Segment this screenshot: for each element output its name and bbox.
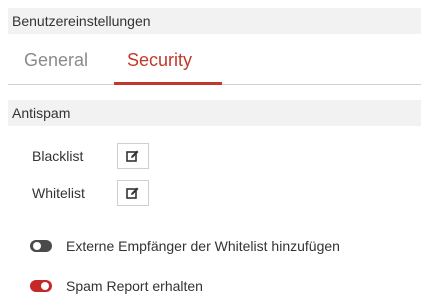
edit-blacklist-button[interactable] — [117, 143, 149, 169]
external-recipients-label: Externe Empfänger der Whitelist hinzufüg… — [66, 238, 340, 254]
tab-general[interactable]: General — [24, 48, 88, 72]
external-recipients-toggle[interactable] — [30, 240, 52, 252]
edit-whitelist-button[interactable] — [117, 180, 149, 206]
window-title-bar: Benutzereinstellungen — [8, 8, 421, 34]
section-header-antispam: Antispam — [8, 100, 421, 126]
window-title: Benutzereinstellungen — [12, 13, 151, 29]
section-title: Antispam — [12, 105, 71, 121]
whitelist-label: Whitelist — [32, 185, 85, 201]
spam-report-label: Spam Report erhalten — [66, 278, 203, 294]
spam-report-toggle-row: Spam Report erhalten — [30, 276, 203, 296]
toggle-knob — [33, 242, 41, 250]
external-recipients-toggle-row: Externe Empfänger der Whitelist hinzufüg… — [30, 236, 340, 256]
toggle-knob — [41, 282, 49, 290]
whitelist-row: Whitelist — [32, 180, 149, 206]
tab-bar: General Security — [8, 42, 421, 85]
tab-security[interactable]: Security — [127, 48, 192, 72]
blacklist-row: Blacklist — [32, 143, 149, 169]
blacklist-label: Blacklist — [32, 148, 84, 164]
edit-icon — [126, 150, 139, 162]
spam-report-toggle[interactable] — [30, 280, 52, 292]
edit-icon — [126, 187, 139, 199]
active-tab-indicator — [114, 82, 222, 85]
